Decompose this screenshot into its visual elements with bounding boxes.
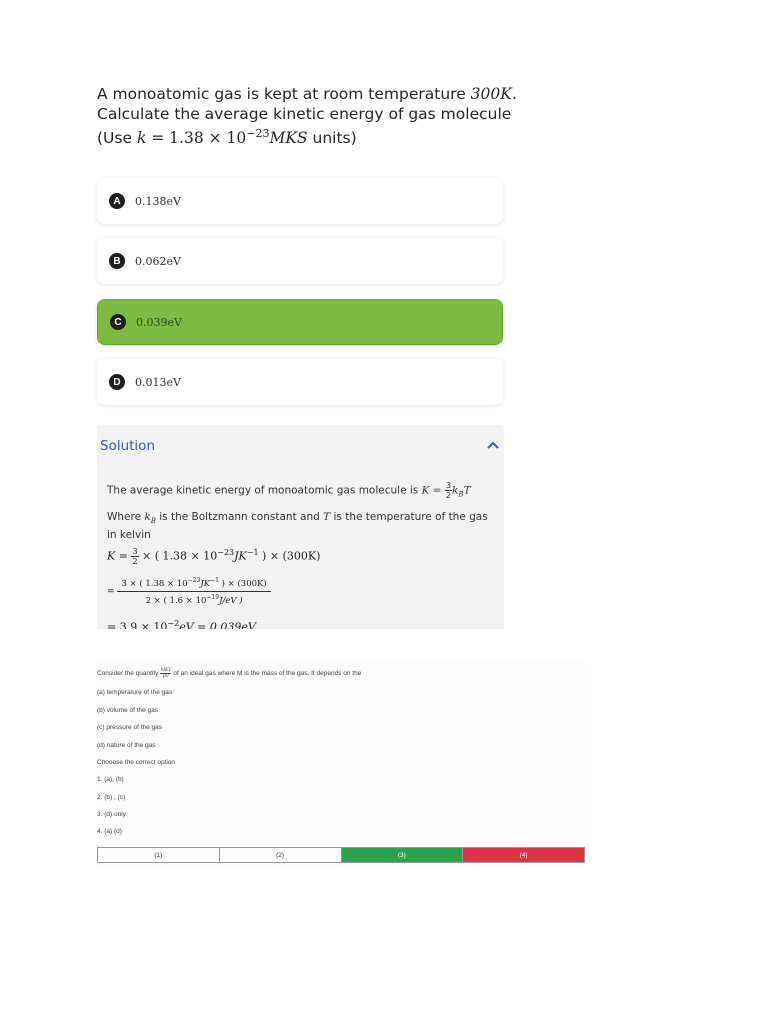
question-2-block: Consider the quantity MKT pV of an ideal ga… — [97, 660, 585, 866]
option-value: 0.013eV — [135, 375, 181, 389]
option-a[interactable]: A 0.138eV — [97, 178, 503, 224]
question-1-line-3: (Use k = 1.38 × 10−23MKS units) — [97, 127, 357, 148]
option-d[interactable]: D 0.013eV — [97, 359, 503, 405]
question-1-line-2: Calculate the average kinetic energy of … — [97, 105, 512, 123]
answer-4: 4. (a) (d) — [97, 828, 122, 835]
answer-cell-1[interactable]: (1) — [98, 848, 220, 862]
answer-cell-4[interactable]: (4) — [463, 848, 584, 862]
option-value: 0.062eV — [135, 254, 181, 268]
option-letter-badge: B — [109, 253, 125, 269]
option-b[interactable]: B 0.062eV — [97, 238, 503, 284]
choose-prompt: Chooose the correct option — [97, 759, 176, 766]
choice-a: (a) temperature of the gas — [97, 689, 173, 696]
solution-paragraph-2: Where kB is the Boltzmann constant and T… — [107, 511, 488, 542]
choice-c: (c) pressure of the gas — [97, 724, 163, 731]
choice-b: (b) volume of the gas — [97, 707, 159, 714]
equation-1: K = 32 × ( 1.38 × 10−23JK−1 ) × (300K) — [107, 547, 321, 566]
answer-cell-3[interactable]: (3) — [341, 848, 464, 862]
option-letter-badge: A — [109, 193, 125, 209]
choice-d: (d) nature of the gas — [97, 742, 156, 749]
equation-2: = 3 × ( 1.38 × 10−23JK−1 ) × (300K) 2 × (… — [107, 577, 271, 606]
option-value: 0.138eV — [135, 194, 181, 208]
option-letter-badge: C — [110, 314, 126, 330]
option-value: 0.039eV — [136, 315, 182, 329]
answer-1: 1. (a), (b) — [97, 776, 124, 783]
question-1-text: A monoatomic gas is kept at room tempera… — [97, 84, 517, 148]
answer-2: 2. (b) , (c) — [97, 794, 126, 801]
question-2-intro: Consider the quantity MKT pV of an ideal ga… — [97, 668, 362, 679]
chevron-up-icon[interactable] — [487, 440, 499, 450]
option-c[interactable]: C 0.039eV — [97, 299, 503, 345]
option-letter-badge: D — [109, 374, 125, 390]
solution-paragraph-1: The average kinetic energy of monoatomic… — [107, 481, 471, 500]
solution-title[interactable]: Solution — [100, 438, 155, 454]
solution-panel: Solution The average kinetic energy of m… — [97, 425, 504, 629]
answer-3: 3. (d) only — [97, 811, 126, 818]
equation-3: = 3.9 × 10−2eV = 0.039eV — [107, 619, 256, 629]
question-1-line-1: A monoatomic gas is kept at room tempera… — [97, 85, 517, 103]
answer-cell-2[interactable]: (2) — [220, 848, 342, 862]
answer-table: (1) (2) (3) (4) — [97, 847, 585, 863]
